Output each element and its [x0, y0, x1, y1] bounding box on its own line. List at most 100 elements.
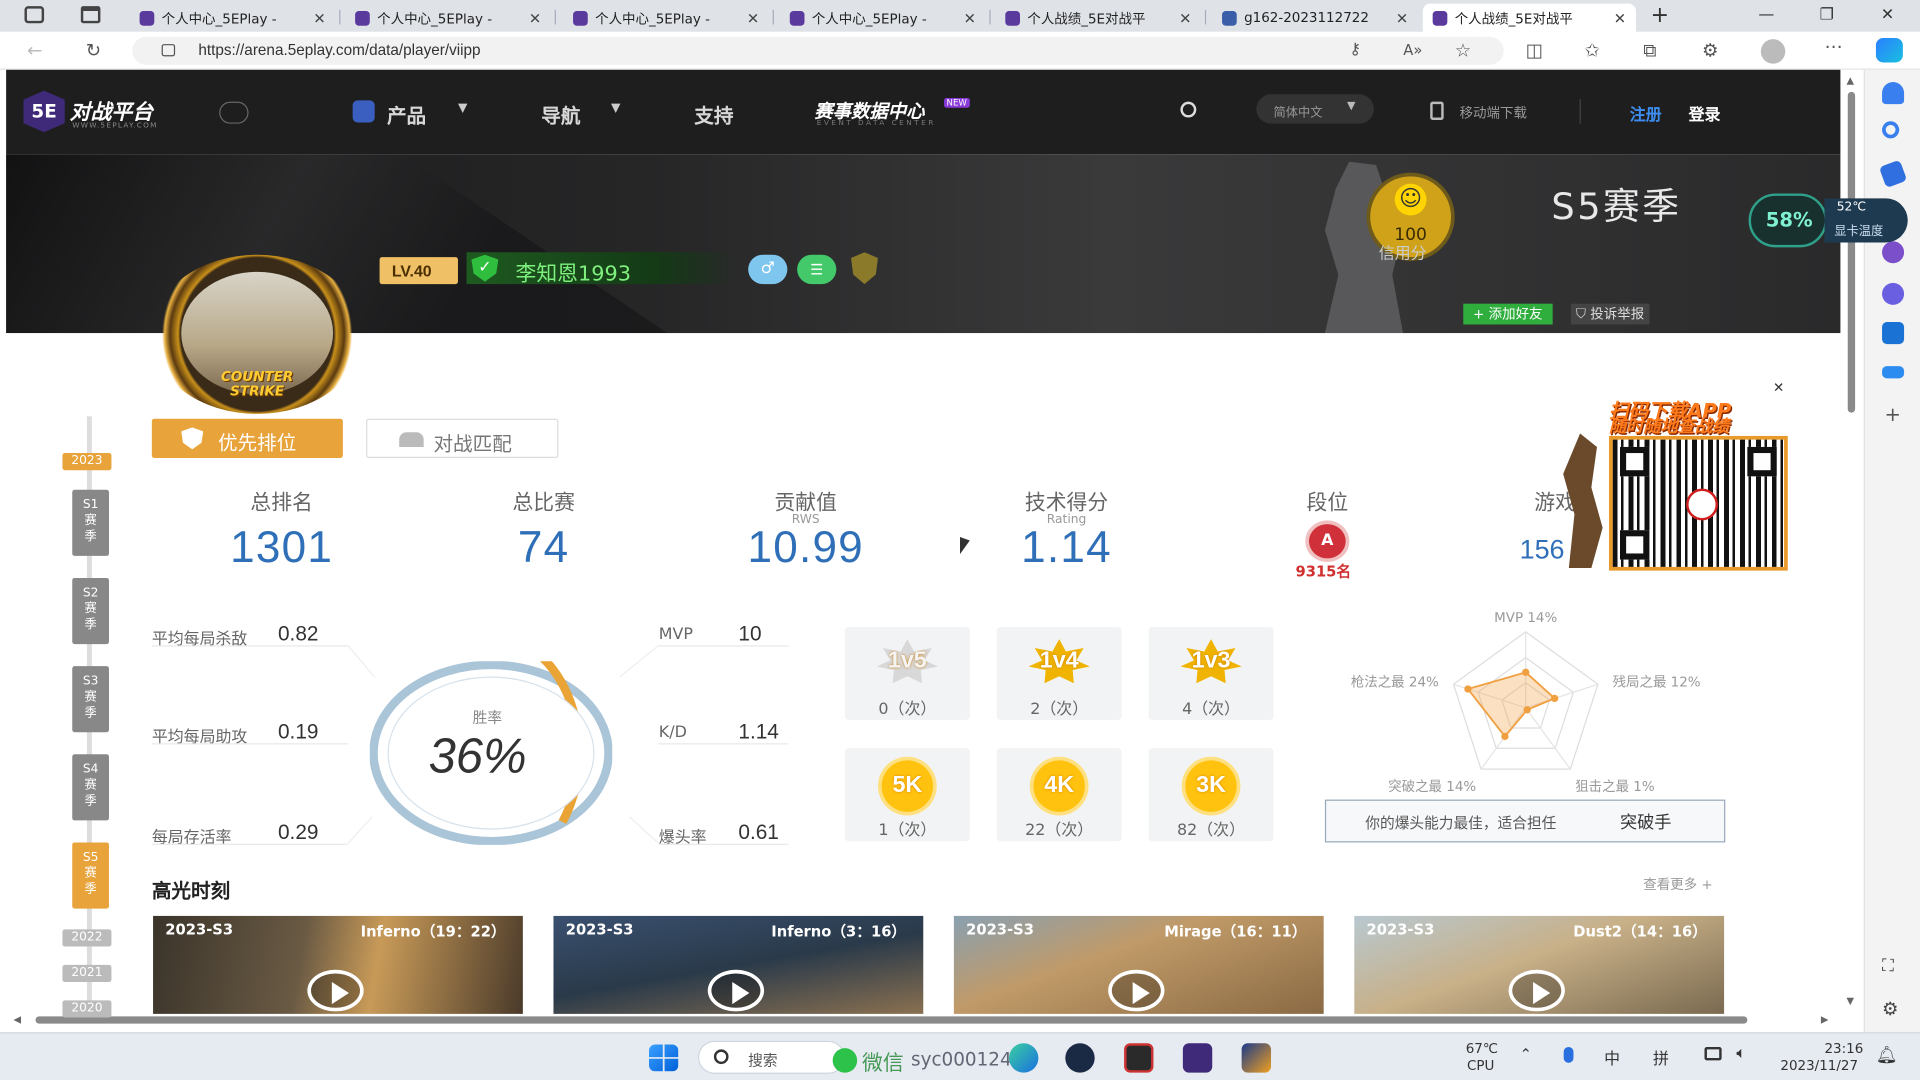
- play-icon[interactable]: [1108, 969, 1165, 1012]
- close-tab-icon[interactable]: ✕: [1179, 9, 1191, 26]
- timeline-year[interactable]: 2020: [62, 1000, 112, 1018]
- edge-browser-icon[interactable]: [1008, 1043, 1039, 1073]
- notification-icon[interactable]: 🔔︎: [1876, 1046, 1898, 1066]
- close-tab-icon[interactable]: ✕: [1614, 9, 1626, 26]
- achievement-card-1v5[interactable]: 1v5 0（次）: [844, 626, 970, 721]
- tab-priority-rank[interactable]: 优先排位: [151, 418, 343, 458]
- drop-icon[interactable]: [1882, 366, 1905, 379]
- highlight-video[interactable]: 2023-S3 Inferno（3：16）: [553, 915, 924, 1014]
- achievement-card-3k[interactable]: 3K 82（次）: [1148, 748, 1274, 842]
- close-tab-icon[interactable]: ✕: [313, 9, 325, 26]
- hscroll-thumb[interactable]: [35, 1016, 1748, 1024]
- view-more-link[interactable]: 查看更多 +: [1643, 874, 1712, 894]
- microphone-icon[interactable]: [1563, 1046, 1574, 1063]
- browser-tab[interactable]: 个人战绩_5E对战平 ✕: [996, 4, 1202, 32]
- steam-icon[interactable]: [1065, 1043, 1095, 1073]
- gender-icon[interactable]: ♂: [748, 254, 788, 285]
- clock-date[interactable]: 2023/11/27: [1780, 1058, 1858, 1074]
- play-icon[interactable]: [707, 969, 765, 1012]
- copilot-icon[interactable]: [1875, 37, 1903, 63]
- tab-match[interactable]: 对战匹配: [366, 418, 559, 458]
- scroll-down-icon[interactable]: ▼: [1847, 996, 1855, 1007]
- new-tab-button[interactable]: +: [1651, 2, 1669, 28]
- register-link[interactable]: 注册: [1630, 102, 1662, 125]
- info-circle-icon[interactable]: [219, 101, 249, 124]
- close-tab-icon[interactable]: ✕: [964, 9, 976, 26]
- app-icon[interactable]: [1241, 1043, 1272, 1073]
- taskbar-search[interactable]: 搜索: [697, 1040, 845, 1074]
- timeline-season-s3[interactable]: S3赛季: [72, 666, 109, 733]
- split-screen-icon[interactable]: ◫: [1526, 39, 1543, 61]
- office-icon[interactable]: [1882, 282, 1905, 305]
- site-logo[interactable]: 5E 对战平台 WWW.5EPLAY.COM: [23, 89, 182, 136]
- key-icon[interactable]: ⚷: [1349, 40, 1361, 58]
- browser-tab[interactable]: 个人中心_5EPlay - ✕: [563, 4, 769, 32]
- wechat-icon[interactable]: [832, 1048, 858, 1073]
- shopping-tag-icon[interactable]: [1878, 159, 1908, 189]
- highlight-video[interactable]: 2023-S3 Dust2（14：16）: [1354, 915, 1725, 1014]
- timeline-season-s5[interactable]: S5赛季: [72, 842, 109, 909]
- close-tab-icon[interactable]: ✕: [747, 9, 759, 26]
- play-icon[interactable]: [1508, 969, 1565, 1012]
- collections-icon[interactable]: ⧉: [1643, 39, 1656, 61]
- add-friend-button[interactable]: + 添加好友: [1463, 303, 1553, 325]
- close-window-button[interactable]: ✕: [1881, 6, 1894, 24]
- browser-tab[interactable]: 个人中心_5EPlay - ✕: [780, 4, 986, 32]
- tab-actions-icon[interactable]: [80, 6, 101, 24]
- browser-tab[interactable]: 个人中心_5EPlay - ✕: [130, 4, 336, 32]
- back-icon[interactable]: ←: [27, 39, 42, 61]
- scroll-right-icon[interactable]: ▶: [1821, 1014, 1829, 1025]
- scroll-left-icon[interactable]: ◀: [13, 1014, 21, 1025]
- report-button[interactable]: ⛉ 投诉举报: [1571, 303, 1650, 325]
- timeline-season-s4[interactable]: S4赛季: [72, 754, 109, 821]
- search-icon[interactable]: [1882, 121, 1900, 139]
- player-avatar[interactable]: COUNTER STRIKE: [151, 254, 363, 414]
- add-sidebar-app-icon[interactable]: +: [1884, 403, 1900, 426]
- restore-button[interactable]: ❐: [1820, 6, 1834, 24]
- achievement-card-1v4[interactable]: 1v4 2（次）: [996, 626, 1122, 721]
- close-promo-icon[interactable]: ✕: [1773, 380, 1784, 396]
- timeline-year[interactable]: 2022: [62, 929, 112, 947]
- highlight-video[interactable]: 2023-S3 Mirage（16：11）: [953, 915, 1324, 1014]
- browser-tab[interactable]: g162-2023112722 ✕: [1212, 4, 1418, 32]
- highlight-video[interactable]: 2023-S3 Inferno（19：22）: [153, 915, 523, 1014]
- nav-guide[interactable]: 导航: [541, 99, 580, 128]
- play-icon[interactable]: [307, 969, 364, 1012]
- sidebar-settings-icon[interactable]: ⚙: [1882, 998, 1898, 1020]
- rank-shield-icon[interactable]: [851, 252, 878, 285]
- voicemeeter-icon[interactable]: [1124, 1043, 1154, 1073]
- extensions-icon[interactable]: ⚙: [1702, 39, 1718, 61]
- login-link[interactable]: 登录: [1689, 102, 1721, 125]
- profile-avatar-icon[interactable]: [1760, 39, 1786, 64]
- url-field[interactable]: https://arena.5eplay.com/data/player/vii…: [132, 36, 1504, 65]
- chevron-up-icon[interactable]: ⌃: [1520, 1046, 1532, 1063]
- favorites-icon[interactable]: ✩: [1584, 39, 1599, 61]
- ime-pinyin[interactable]: 拼: [1653, 1046, 1669, 1069]
- timeline-season-s1[interactable]: S1赛季: [72, 489, 109, 556]
- outlook-icon[interactable]: [1882, 322, 1905, 345]
- favorite-star-icon[interactable]: ☆: [1455, 39, 1471, 61]
- achievement-card-5k[interactable]: 5K 1（次）: [844, 748, 970, 842]
- mobile-download-link[interactable]: 移动端下载: [1460, 103, 1527, 123]
- contact-card-icon[interactable]: ☰: [797, 254, 837, 285]
- search-icon[interactable]: [1180, 101, 1197, 118]
- screenshot-icon[interactable]: ⛶: [1882, 956, 1894, 976]
- scroll-up-icon[interactable]: ▲: [1847, 75, 1855, 86]
- nav-support[interactable]: 支持: [694, 99, 733, 128]
- ime-chinese[interactable]: 中: [1604, 1046, 1620, 1069]
- read-aloud-icon[interactable]: A»: [1403, 42, 1422, 59]
- timeline-year[interactable]: 2021: [62, 964, 112, 983]
- 5eplay-icon[interactable]: [1182, 1043, 1213, 1073]
- minimize-button[interactable]: —: [1758, 6, 1774, 24]
- scrollbar-thumb[interactable]: [1847, 91, 1856, 413]
- close-tab-icon[interactable]: ✕: [529, 9, 541, 26]
- network-icon[interactable]: [1704, 1046, 1722, 1061]
- horizontal-scrollbar[interactable]: ◀ ▶: [6, 1011, 1842, 1029]
- browser-tab[interactable]: 个人中心_5EPlay - ✕: [345, 4, 551, 32]
- volume-icon[interactable]: 🔈︎: [1736, 1044, 1746, 1062]
- nav-product[interactable]: 产品: [387, 99, 426, 128]
- clock-time[interactable]: 23:16: [1824, 1041, 1863, 1057]
- lock-icon[interactable]: [161, 44, 176, 57]
- timeline-season-s2[interactable]: S2赛季: [72, 577, 109, 645]
- more-menu-icon[interactable]: ⋯: [1824, 36, 1842, 58]
